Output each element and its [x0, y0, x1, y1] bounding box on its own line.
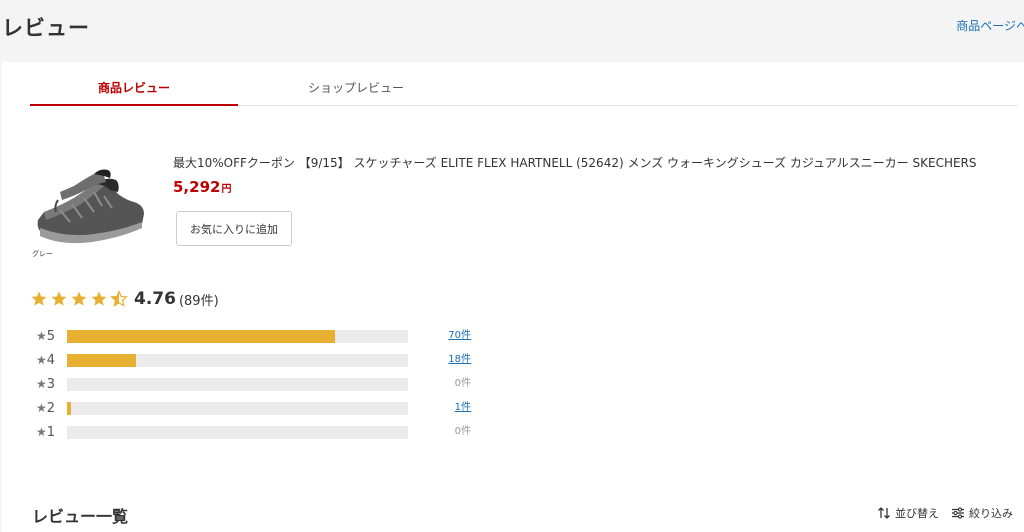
rating-bar-track — [67, 426, 408, 439]
rating-bar-track — [67, 402, 408, 415]
rating-row-5: ★5 70件 — [36, 328, 496, 344]
price-value: 5,292 — [173, 178, 221, 196]
sort-icon — [878, 507, 890, 519]
review-card: 商品レビュー ショップレビュー グレー 最大10%OFFクーポン 【9/15】 … — [2, 62, 1024, 532]
filter-label: 絞り込み — [969, 507, 1013, 520]
sort-label: 並び替え — [895, 507, 939, 520]
star-icon — [31, 291, 47, 306]
review-tabs: 商品レビュー ショップレビュー — [30, 76, 1018, 106]
rating-level: 5 — [46, 329, 56, 344]
page-header: レビュー 商品ページへ — [0, 0, 1024, 62]
rating-level: 3 — [46, 377, 56, 392]
product-name: 最大10%OFFクーポン 【9/15】 スケッチャーズ ELITE FLEX H… — [173, 156, 977, 170]
page-title: レビュー — [2, 16, 90, 40]
product-page-link[interactable]: 商品ページへ — [956, 17, 1024, 34]
half-star-icon — [110, 290, 128, 307]
tab-shop-reviews[interactable]: ショップレビュー — [252, 76, 460, 106]
rating-row-1: ★1 0件 — [36, 424, 496, 440]
rating-summary: 4.76 (89件) — [30, 286, 219, 312]
rating-bar-fill — [67, 402, 71, 415]
rating-count-link[interactable]: 70件 — [441, 329, 471, 343]
variant-label: グレー — [32, 250, 53, 258]
star-icon: ★ — [36, 353, 47, 367]
price-currency: 円 — [221, 184, 232, 195]
review-list-title: レビュー一覧 — [32, 507, 129, 526]
rating-count-link[interactable]: 18件 — [441, 353, 471, 367]
rating-level: 2 — [46, 401, 56, 416]
product-price: 5,292円 — [173, 177, 231, 196]
rating-row-2: ★2 1件 — [36, 400, 496, 416]
review-count: (89件) — [178, 293, 219, 309]
rating-count: 0件 — [454, 378, 471, 389]
add-to-favorites-button[interactable]: お気に入りに追加 — [176, 211, 292, 246]
sort-button[interactable]: 並び替え — [877, 505, 939, 521]
rating-count: 0件 — [454, 426, 471, 437]
star-icon — [71, 291, 87, 306]
rating-count-link[interactable]: 1件 — [441, 401, 471, 415]
rating-level: 1 — [46, 425, 56, 440]
sneaker-image[interactable] — [30, 162, 150, 258]
tab-product-reviews[interactable]: 商品レビュー — [30, 76, 238, 106]
star-icon: ★ — [36, 401, 47, 415]
star-icon: ★ — [36, 425, 47, 439]
star-icon: ★ — [36, 329, 47, 343]
star-icon: ★ — [36, 377, 47, 391]
filter-icon — [952, 507, 964, 519]
star-icon — [51, 291, 67, 306]
rating-bar-fill — [67, 330, 336, 343]
filter-button[interactable]: 絞り込み — [951, 505, 1013, 521]
rating-row-3: ★3 0件 — [36, 376, 496, 392]
star-icon — [91, 291, 107, 306]
average-rating: 4.76 — [134, 289, 176, 309]
rating-bar-track — [67, 354, 408, 367]
rating-bar-track — [67, 330, 408, 343]
rating-bar-track — [67, 378, 408, 391]
rating-row-4: ★4 18件 — [36, 352, 496, 368]
rating-bar-fill — [67, 354, 136, 367]
rating-level: 4 — [46, 353, 56, 368]
